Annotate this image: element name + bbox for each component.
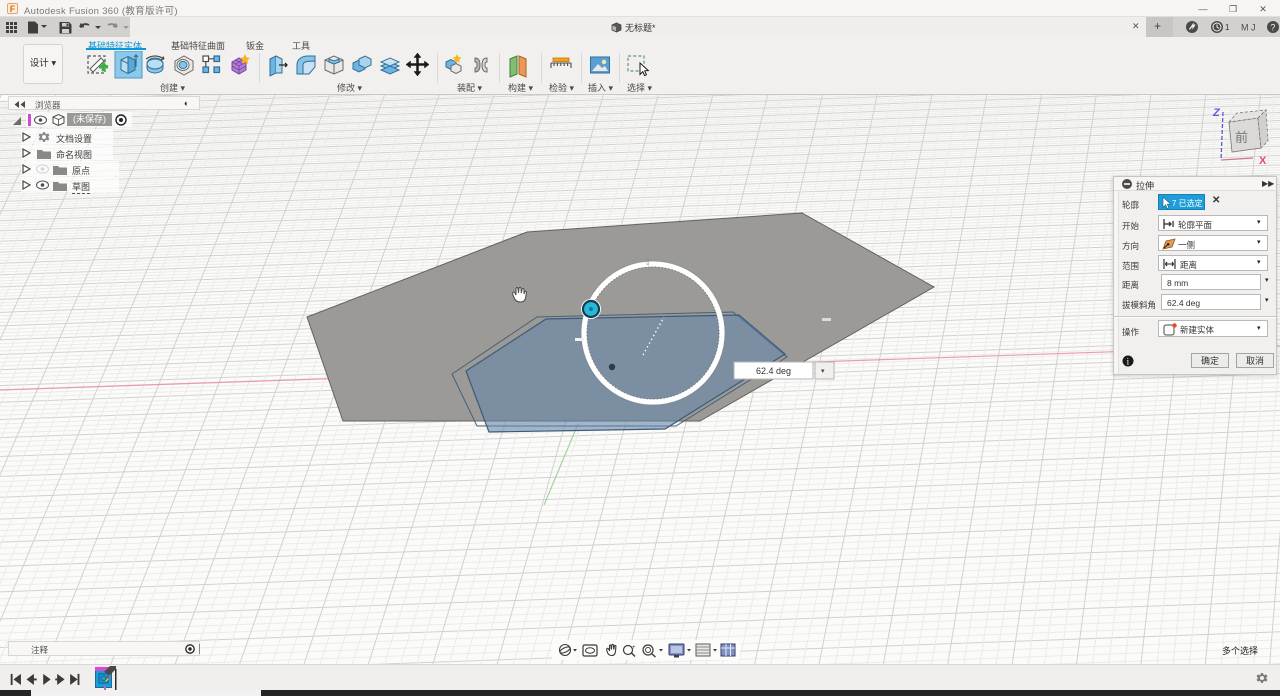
svg-text:M J: M J [1241, 23, 1256, 33]
svg-text:+: + [632, 645, 636, 651]
svg-text:1: 1 [1225, 23, 1230, 32]
svg-text:62.4 deg: 62.4 deg [756, 366, 791, 376]
svg-text:?: ? [1270, 22, 1275, 32]
svg-text:▾: ▾ [821, 368, 825, 375]
svg-text:⇧: ⇧ [644, 257, 652, 267]
svg-text:前: 前 [1235, 130, 1248, 145]
svg-text:X: X [1259, 155, 1267, 167]
svg-text:⇩: ⇩ [660, 409, 668, 419]
svg-text:Z: Z [1212, 107, 1221, 119]
